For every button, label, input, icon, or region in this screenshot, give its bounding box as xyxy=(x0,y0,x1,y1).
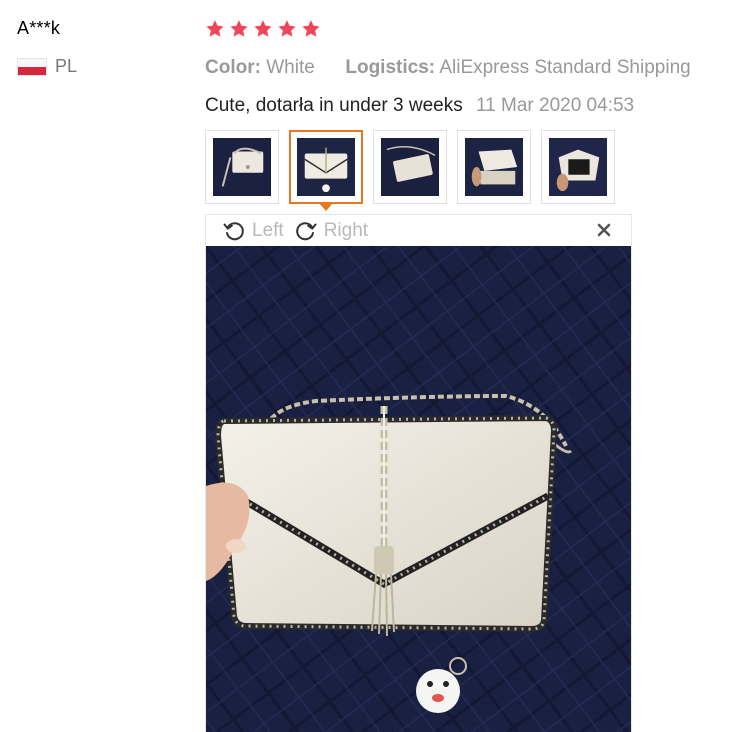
order-details: Color: White Logistics: AliExpress Stand… xyxy=(205,55,735,81)
photo-thumbnail[interactable] xyxy=(541,130,615,204)
bag-photo-icon xyxy=(465,138,523,196)
rotate-left-label: Left xyxy=(252,219,284,241)
logistics-label: Logistics: xyxy=(345,57,436,78)
bag-photo-icon xyxy=(297,138,355,196)
photo-thumbnail[interactable] xyxy=(205,130,279,204)
star-icon xyxy=(278,20,296,37)
bag-photo-icon xyxy=(549,138,607,196)
reviewer-name: A***k xyxy=(17,18,61,38)
color-value: White xyxy=(266,57,315,78)
photo-thumbnails xyxy=(205,130,615,204)
review-text: Cute, dotarła in under 3 weeks xyxy=(205,95,463,116)
photo-thumbnail[interactable] xyxy=(457,130,531,204)
bag-photo-icon xyxy=(381,138,439,196)
handbag-photo xyxy=(206,246,631,732)
star-icon xyxy=(206,20,224,37)
star-icon xyxy=(302,20,320,37)
review-content: Color: White Logistics: AliExpress Stand… xyxy=(205,14,735,119)
rotate-right-icon xyxy=(295,221,317,240)
rotate-right-label: Right xyxy=(323,219,369,241)
photo-thumbnail-selected[interactable] xyxy=(289,130,363,204)
viewer-toolbar: Left Right xyxy=(206,215,631,246)
poland-flag-icon xyxy=(17,57,47,76)
photo-viewer: Left Right xyxy=(205,214,632,732)
star-rating xyxy=(205,14,735,44)
reviewer-info: A***k PL xyxy=(17,16,187,77)
review-date: 11 Mar 2020 04:53 xyxy=(476,95,635,116)
rotate-left-icon xyxy=(223,221,244,240)
star-icon xyxy=(230,20,248,37)
logistics-value: AliExpress Standard Shipping xyxy=(439,57,691,78)
reviewer-country: PL xyxy=(17,56,187,77)
bag-photo-icon xyxy=(213,138,271,196)
rotate-left-button[interactable]: Left xyxy=(222,219,284,243)
enlarged-review-photo xyxy=(206,246,631,732)
close-icon[interactable] xyxy=(595,221,613,239)
photo-thumbnail[interactable] xyxy=(373,130,447,204)
color-label: Color: xyxy=(205,57,261,78)
star-icon xyxy=(254,20,272,37)
country-code: PL xyxy=(55,56,78,76)
rotate-right-button[interactable]: Right xyxy=(294,219,368,243)
review-feedback: Cute, dotarła in under 3 weeks 11 Mar 20… xyxy=(205,93,735,119)
